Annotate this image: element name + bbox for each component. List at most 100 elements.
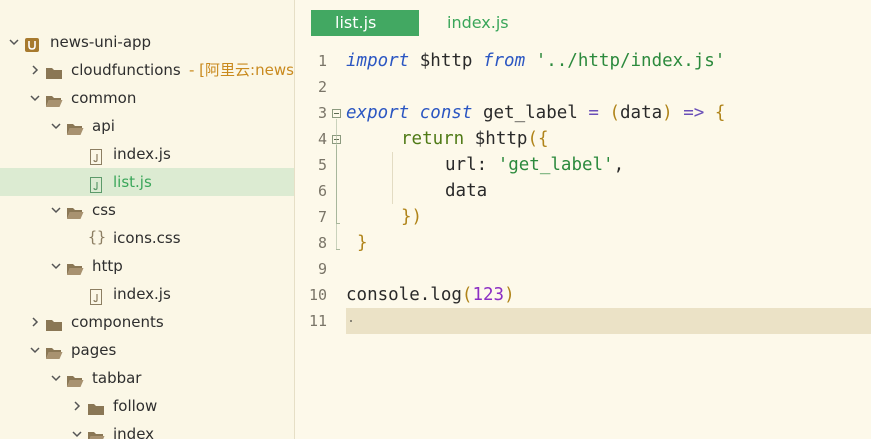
chevron-down-icon[interactable] (50, 252, 62, 280)
tree-item-components[interactable]: components (0, 308, 294, 336)
folder-icon (87, 398, 105, 415)
tree-item-label: index.js (113, 285, 171, 303)
folder-open-icon (66, 370, 84, 387)
code-token: get_label (472, 103, 589, 123)
tree-item-list-js[interactable]: list.js (0, 168, 294, 196)
tree-item-label: cloudfunctions (71, 61, 181, 79)
chevron-down-icon[interactable] (50, 112, 62, 140)
code-token: data (445, 181, 488, 201)
tree-item-pages[interactable]: pages (0, 336, 294, 364)
tree-item-label: css (92, 201, 116, 219)
code-token: console.log (346, 285, 462, 305)
tree-item-http[interactable]: http (0, 252, 294, 280)
js-file-icon (88, 146, 106, 165)
chevron-right-icon[interactable] (71, 392, 83, 420)
line-number: 5 (317, 156, 327, 174)
keyword-token: const (419, 103, 473, 123)
line-number: 10 (308, 286, 327, 304)
code-token: , (613, 155, 625, 175)
tree-item-follow[interactable]: follow (0, 392, 294, 420)
line-number: 6 (317, 182, 327, 200)
chevron-down-icon[interactable] (50, 364, 62, 392)
paren-token: ( (527, 129, 538, 149)
tree-item-label: http (92, 257, 123, 275)
tree-item-css[interactable]: css (0, 196, 294, 224)
tree-item-icons-css[interactable]: {} icons.css (0, 224, 294, 252)
folder-icon (45, 62, 63, 79)
tab-list-js[interactable]: list.js (311, 10, 419, 36)
code-token: data (620, 103, 663, 123)
tree-item-label: index (113, 425, 155, 439)
keyword-token: export (346, 103, 410, 123)
code-line-3: export const get_label = (data) => { (346, 100, 871, 126)
tree-item-label: index.js (113, 145, 171, 163)
code-line-5: url: 'get_label', (445, 152, 871, 178)
tree-item-common[interactable]: common (0, 84, 294, 112)
project-explorer: news-uni-app cloudfunctions - [阿里云:news-… (0, 0, 295, 439)
chevron-down-icon[interactable] (71, 420, 83, 439)
current-line-highlight (346, 308, 871, 334)
tree-item-label: components (71, 313, 164, 331)
folder-icon (45, 314, 63, 331)
paren-token: ) (411, 207, 423, 227)
css-file-icon: {} (88, 228, 107, 246)
code-line-7: }) (401, 204, 871, 230)
tree-item-cloudfunctions[interactable]: cloudfunctions - [阿里云:news-u (0, 56, 294, 84)
tree-item-api[interactable]: api (0, 112, 294, 140)
fold-toggle-icon[interactable] (332, 109, 341, 118)
tree-item-label: list.js (113, 173, 152, 191)
line-number: 7 (317, 208, 327, 226)
tree-item-news-uni-app[interactable]: news-uni-app (0, 28, 294, 56)
string-token: 'get_label' (497, 155, 614, 175)
cloud-provider-annotation: - [阿里云:news-u (189, 61, 294, 79)
tree-item-http-index-js[interactable]: index.js (0, 280, 294, 308)
tab-index-js[interactable]: index.js (447, 10, 509, 36)
tree-item-label: api (92, 117, 115, 135)
file-tree: news-uni-app cloudfunctions - [阿里云:news-… (0, 28, 294, 439)
tree-item-label: news-uni-app (50, 33, 152, 51)
chevron-down-icon[interactable] (50, 196, 62, 224)
line-number: 1 (317, 52, 327, 70)
brace-token: { (714, 103, 726, 123)
brace-token: } (357, 233, 368, 253)
tree-item-label: pages (71, 341, 117, 359)
paren-token: ( (461, 285, 473, 305)
line-number: 3 (317, 104, 327, 122)
operator-token: = (588, 103, 599, 123)
brace-token: { (537, 129, 549, 149)
folder-open-icon (45, 342, 63, 359)
line-number: 8 (317, 234, 327, 252)
line-number: 4 (317, 130, 327, 148)
tree-item-tabbar[interactable]: tabbar (0, 364, 294, 392)
chevron-right-icon[interactable] (29, 56, 41, 84)
folder-open-icon (87, 426, 105, 439)
tree-item-label: icons.css (113, 229, 181, 247)
code-editor: list.js index.js 1 2 3 4 5 6 7 8 9 10 11 (295, 0, 871, 439)
code-line-10: console.log(123) (346, 282, 871, 308)
keyword-token: import (346, 51, 410, 71)
code-line-1: import $http from '../http/index.js' (346, 48, 871, 74)
paren-token: ) (662, 103, 673, 123)
keyword-token: from (482, 51, 526, 71)
line-number: 2 (317, 78, 327, 96)
code-token: url: (445, 155, 498, 175)
tree-item-api-index-js[interactable]: index.js (0, 140, 294, 168)
code-token: $http (409, 51, 483, 71)
keyword-token: return (401, 129, 465, 149)
operator-token: => (683, 103, 705, 123)
chevron-right-icon[interactable] (29, 308, 41, 336)
chevron-down-icon[interactable] (29, 84, 41, 112)
chevron-down-icon[interactable] (29, 336, 41, 364)
paren-token: ( (609, 103, 620, 123)
chevron-down-icon[interactable] (8, 28, 20, 56)
tree-item-index-folder[interactable]: index (0, 420, 294, 439)
editor-tab-bar: list.js index.js (295, 0, 871, 42)
number-token: 123 (472, 285, 505, 305)
brace-token: } (401, 207, 412, 227)
folder-open-icon (66, 202, 84, 219)
indent-guide (392, 152, 393, 204)
js-file-icon (88, 286, 106, 305)
